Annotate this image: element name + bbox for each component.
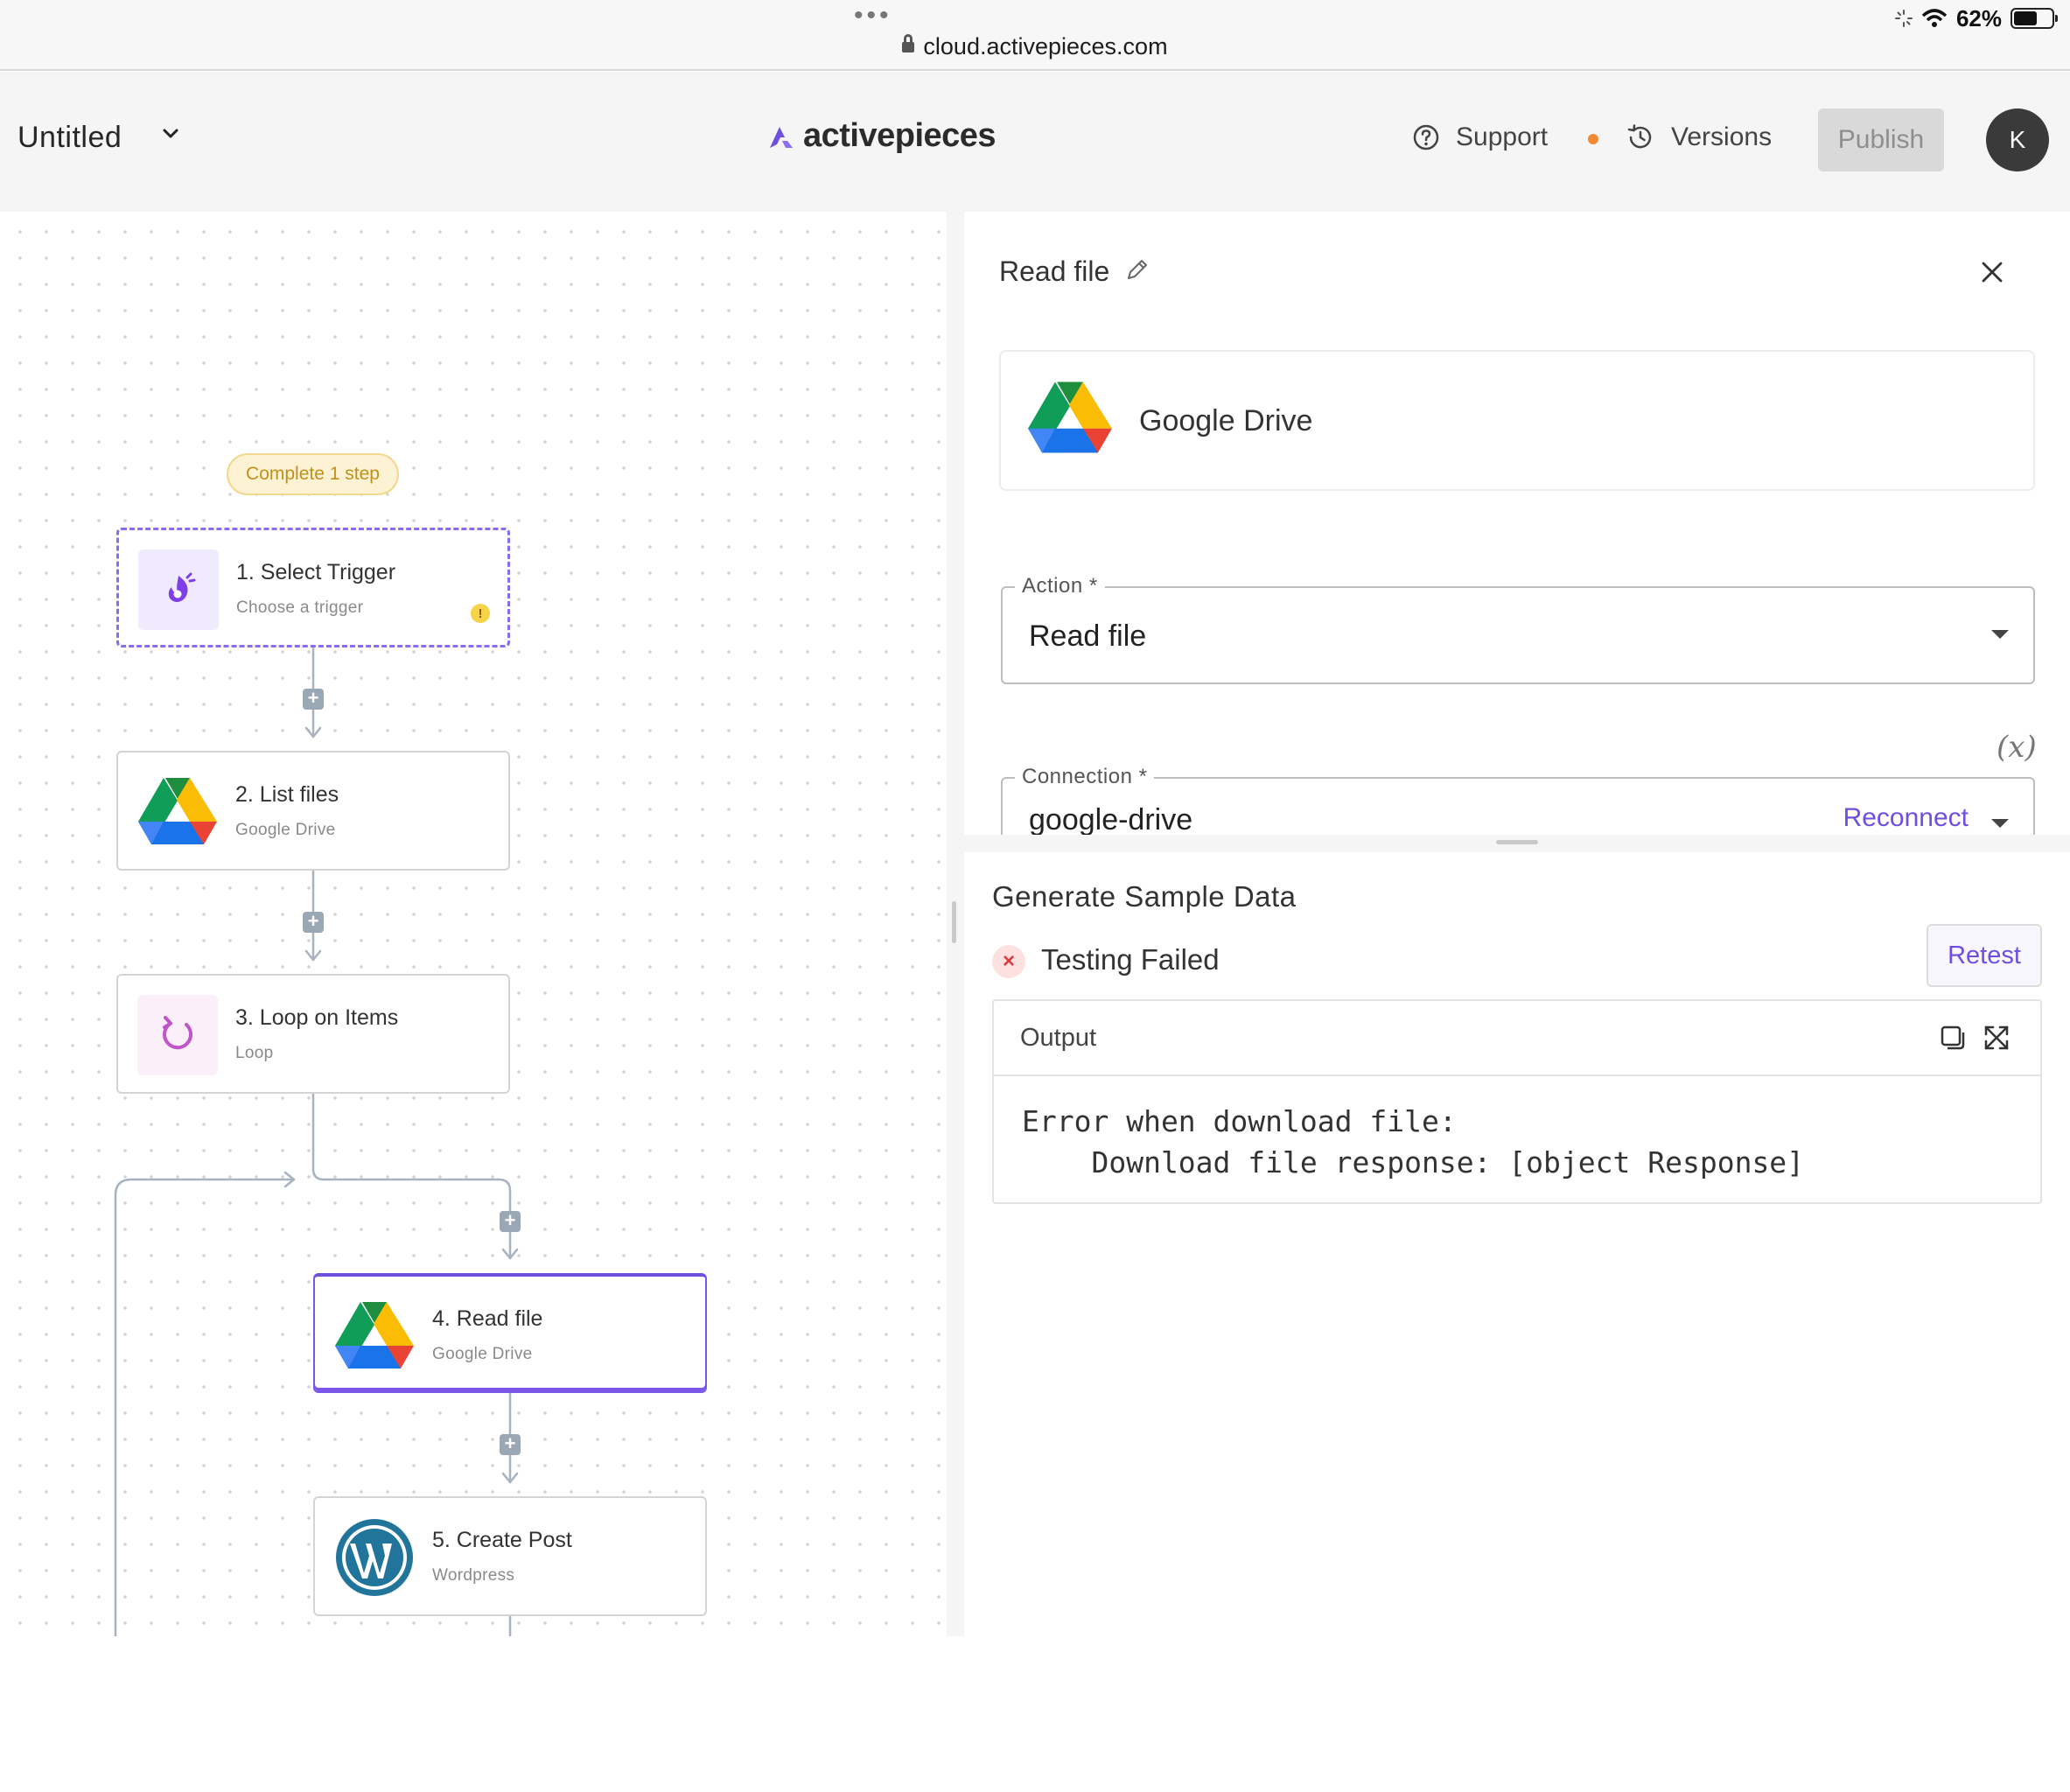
battery-percent: 62%: [1955, 4, 2002, 32]
flow-connectors: [114, 646, 519, 1636]
drag-handle-icon[interactable]: [952, 901, 956, 943]
history-icon: [1627, 124, 1652, 149]
piece-card: Google Drive: [999, 350, 2035, 491]
step-title: 1. Select Trigger: [236, 560, 396, 584]
retest-button[interactable]: Retest: [1927, 924, 2042, 987]
versions-button[interactable]: Versions: [1626, 122, 1772, 152]
step-subtitle: Google Drive: [235, 821, 336, 839]
add-step-button[interactable]: +: [500, 1211, 521, 1232]
flow-canvas[interactable]: + + + + Complete 1 step 1. Select Trigge…: [0, 212, 947, 1636]
browser-chrome: ••• cloud.activepieces.com 62%: [0, 0, 2070, 71]
step-card-read-file[interactable]: 4. Read file Google Drive: [313, 1273, 707, 1393]
caret-down-icon[interactable]: [1991, 819, 2009, 828]
activepieces-logo-icon: [770, 126, 793, 148]
support-button[interactable]: Support: [1412, 122, 1548, 152]
more-dots-icon[interactable]: •••: [854, 3, 892, 29]
step-title: 2. List files: [235, 782, 339, 807]
step-card-loop-on-items[interactable]: 3. Loop on Items Loop: [116, 974, 510, 1094]
step-subtitle: Google Drive: [432, 1345, 533, 1363]
action-value: Read file: [1029, 620, 1147, 653]
reconnect-link[interactable]: Reconnect: [1843, 803, 1969, 833]
url-text: cloud.activepieces.com: [923, 33, 1168, 60]
step-card-select-trigger[interactable]: 1. Select Trigger Choose a trigger !: [116, 528, 510, 648]
versions-label: Versions: [1671, 122, 1773, 151]
help-circle-icon: [1413, 124, 1439, 150]
add-step-button[interactable]: +: [500, 1434, 521, 1455]
step-subtitle: Choose a trigger: [236, 598, 364, 617]
google-drive-icon: [334, 1296, 415, 1376]
brand-name: activepieces: [803, 117, 997, 154]
loop-icon: [137, 995, 218, 1075]
add-step-button[interactable]: +: [303, 689, 324, 710]
status-bar: 62%: [1894, 4, 2058, 33]
pencil-icon[interactable]: [1123, 257, 1150, 284]
step-title: 4. Read file: [432, 1306, 543, 1331]
caret-down-icon[interactable]: [1991, 630, 2009, 639]
flow-title[interactable]: Untitled: [17, 121, 122, 155]
expand-icon[interactable]: [1983, 1024, 2011, 1052]
battery-level: [2014, 11, 2038, 25]
step-card-list-files[interactable]: 2. List files Google Drive: [116, 751, 510, 871]
output-label: Output: [1020, 1024, 1097, 1052]
address-bar[interactable]: cloud.activepieces.com: [0, 33, 2070, 60]
step-title: 5. Create Post: [432, 1528, 572, 1552]
connection-value: google-drive: [1029, 803, 1193, 836]
publish-button[interactable]: Publish: [1818, 108, 1944, 172]
step-name[interactable]: Read file: [999, 256, 1109, 288]
app-header: Untitled activepieces Support Versions P…: [0, 72, 2070, 212]
dynamic-value-toggle-icon[interactable]: (x): [1997, 730, 2037, 765]
step-settings-panel: Read file Google Drive Action * Read fil…: [964, 212, 2070, 1636]
warning-icon: !: [471, 604, 490, 623]
google-drive-icon: [137, 772, 218, 852]
wordpress-icon: [334, 1517, 415, 1598]
brand-logo: activepieces: [766, 117, 997, 155]
battery-icon: [2011, 8, 2058, 29]
action-label: Action *: [1015, 574, 1105, 598]
section-title: Generate Sample Data: [992, 880, 1297, 913]
user-avatar[interactable]: K: [1986, 108, 2049, 172]
resize-handle-icon[interactable]: [1496, 840, 1538, 844]
connection-label: Connection *: [1015, 765, 1155, 789]
output-header: Output: [994, 1001, 2040, 1076]
support-label: Support: [1456, 122, 1549, 151]
incomplete-steps-badge[interactable]: Complete 1 step: [227, 453, 399, 495]
trigger-icon: [138, 550, 219, 630]
error-x-icon: ×: [992, 945, 1025, 978]
step-subtitle: Wordpress: [432, 1566, 515, 1585]
loading-spinner-icon: [1894, 10, 1913, 27]
output-box: Output Error when download file: Downloa…: [992, 999, 2042, 1204]
close-icon[interactable]: [1981, 261, 2004, 284]
test-step-section: Generate Sample Data × Testing Failed Re…: [964, 852, 2070, 1636]
unsaved-status-dot: [1588, 134, 1598, 144]
action-select[interactable]: Action * Read file: [1001, 574, 2035, 684]
google-drive-icon: [1028, 382, 1112, 453]
step-card-create-post[interactable]: 5. Create Post Wordpress: [313, 1496, 707, 1616]
step-title: 3. Loop on Items: [235, 1005, 399, 1030]
add-step-button[interactable]: +: [303, 912, 324, 933]
piece-name: Google Drive: [1139, 404, 1313, 438]
chevron-down-icon[interactable]: [161, 124, 180, 144]
wifi-icon: [1921, 9, 1948, 27]
error-output: Error when download file: Download file …: [1022, 1104, 1805, 1180]
step-subtitle: Loop: [235, 1044, 274, 1062]
empty-area: [0, 1636, 2070, 1792]
lock-icon: [902, 34, 915, 52]
copy-icon[interactable]: [1939, 1024, 1967, 1052]
test-status: Testing Failed: [1041, 943, 1220, 976]
